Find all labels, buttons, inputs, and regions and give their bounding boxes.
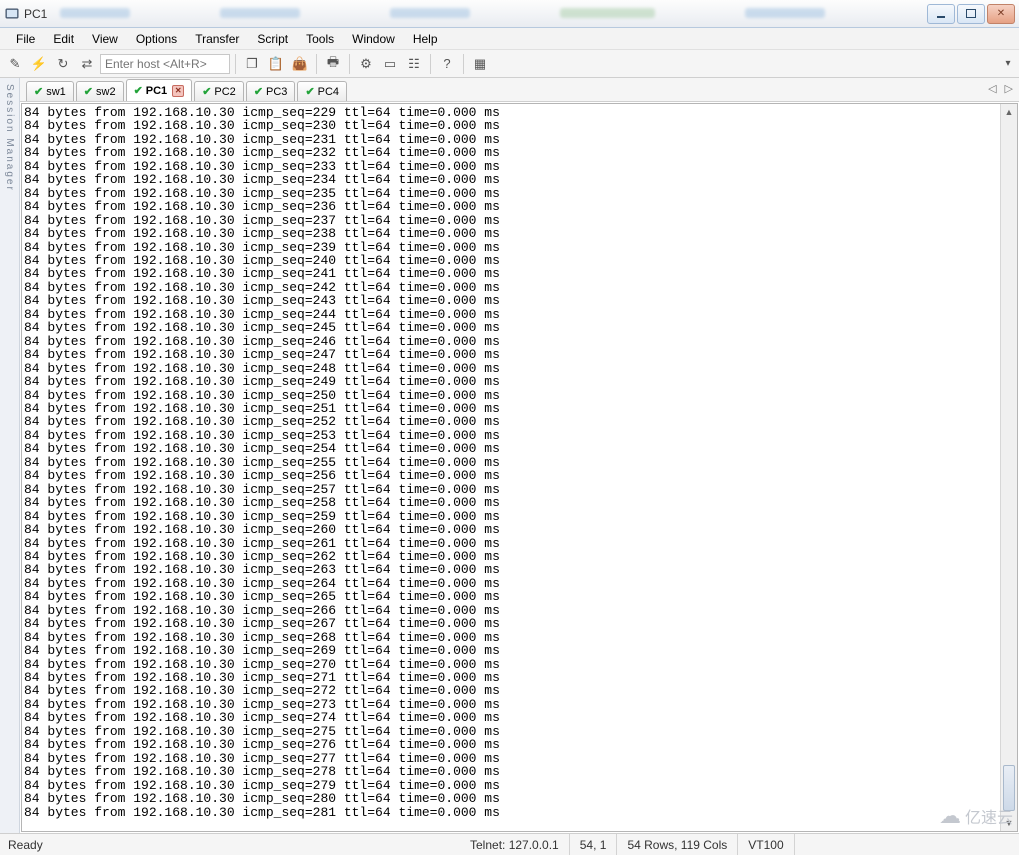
tab-pc4[interactable]: ✔ PC4 [297,81,347,101]
tab-scroll-left-icon[interactable]: ◁ [988,82,996,95]
tab-label: PC2 [214,86,235,98]
menu-options[interactable]: Options [128,30,185,48]
check-icon: ✔ [34,85,43,98]
status-size: 54 Rows, 119 Cols [617,834,738,855]
menu-view[interactable]: View [84,30,126,48]
toolbar-lightning-icon[interactable]: ⚡ [28,53,50,75]
menu-transfer[interactable]: Transfer [187,30,247,48]
toolbar-log-icon[interactable]: ☷ [403,53,425,75]
scroll-up-icon[interactable]: ▲ [1001,104,1017,120]
check-icon: ✔ [84,85,93,98]
status-terminal-type: VT100 [738,834,794,855]
tab-pc3[interactable]: ✔PC3 [246,81,296,101]
tab-sw2[interactable]: ✔sw2 [76,81,124,101]
toolbar-separator [463,54,464,74]
status-bar: Ready Telnet: 127.0.0.1 54, 1 54 Rows, 1… [0,833,1019,855]
toolbar: ✎ ⚡ ↻ ⇄ ❐ 📋 👜 🖶 ⚙ ▭ ☷ ? ▦ ▾ [0,50,1019,78]
scroll-down-icon[interactable]: ▼ [1001,815,1017,831]
minimize-button[interactable] [927,4,955,24]
menu-bar: File Edit View Options Transfer Script T… [0,28,1019,50]
toolbar-disconnect-icon[interactable]: ⇄ [76,53,98,75]
maximize-button[interactable] [957,4,985,24]
toolbar-help-icon[interactable]: ? [436,53,458,75]
tab-blur-strip [60,4,889,22]
tab-scroll-right-icon[interactable]: ▷ [1005,82,1013,95]
menu-window[interactable]: Window [344,30,403,48]
app-icon [4,6,20,22]
toolbar-separator [349,54,350,74]
menu-help[interactable]: Help [405,30,446,48]
status-cursor: 54, 1 [570,834,618,855]
toolbar-session-icon[interactable]: ▭ [379,53,401,75]
tab-label: sw1 [46,86,66,98]
menu-script[interactable]: Script [249,30,296,48]
scroll-track[interactable] [1001,120,1017,815]
tab-pc2[interactable]: ✔PC2 [194,81,244,101]
menu-edit[interactable]: Edit [45,30,82,48]
scroll-thumb[interactable] [1003,765,1015,811]
tab-label: PC3 [266,86,287,98]
toolbar-overflow-icon[interactable]: ▾ [1003,58,1013,69]
title-bar: PC1 [0,0,1019,28]
check-icon: ✔ [202,85,211,98]
check-icon: ✔ [305,85,314,98]
close-button[interactable] [987,4,1015,24]
toolbar-separator [316,54,317,74]
tab-sw1[interactable]: ✔sw1 [26,81,74,101]
toolbar-separator [235,54,236,74]
toolbar-find-icon[interactable]: 👜 [289,53,311,75]
session-manager-label: Session Manager [4,84,15,192]
menu-file[interactable]: File [8,30,43,48]
toolbar-reconnect-icon[interactable]: ↻ [52,53,74,75]
terminal-output[interactable]: 84 bytes from 192.168.10.30 icmp_seq=229… [22,104,1000,831]
tab-label: PC4 [318,86,339,98]
toolbar-print-icon[interactable]: 🖶 [322,53,344,75]
window-title: PC1 [24,7,47,21]
tab-label: PC1 [146,85,167,97]
status-connection: Telnet: 127.0.0.1 [460,834,570,855]
status-ready: Ready [0,834,460,855]
toolbar-extra-icon[interactable]: ▦ [469,53,491,75]
tab-close-icon[interactable]: ✕ [172,85,184,97]
toolbar-separator [430,54,431,74]
check-icon: ✔ [254,85,263,98]
session-tab-strip: ✔sw1✔sw2✔PC1✕✔PC2✔PC3✔PC4 ◁ ▷ [20,78,1019,102]
toolbar-quick-connect-icon[interactable]: ✎ [4,53,26,75]
toolbar-paste-icon[interactable]: 📋 [265,53,287,75]
window-controls [925,4,1015,24]
tab-nav: ◁ ▷ [988,82,1013,95]
tab-label: sw2 [96,86,116,98]
session-manager-panel[interactable]: Session Manager [0,78,20,833]
vertical-scrollbar[interactable]: ▲ ▼ [1000,104,1017,831]
toolbar-options-icon[interactable]: ⚙ [355,53,377,75]
toolbar-copy-icon[interactable]: ❐ [241,53,263,75]
host-input[interactable] [100,54,230,74]
tab-pc1[interactable]: ✔PC1 ✕ [126,79,193,101]
check-icon: ✔ [134,84,143,97]
menu-tools[interactable]: Tools [298,30,342,48]
